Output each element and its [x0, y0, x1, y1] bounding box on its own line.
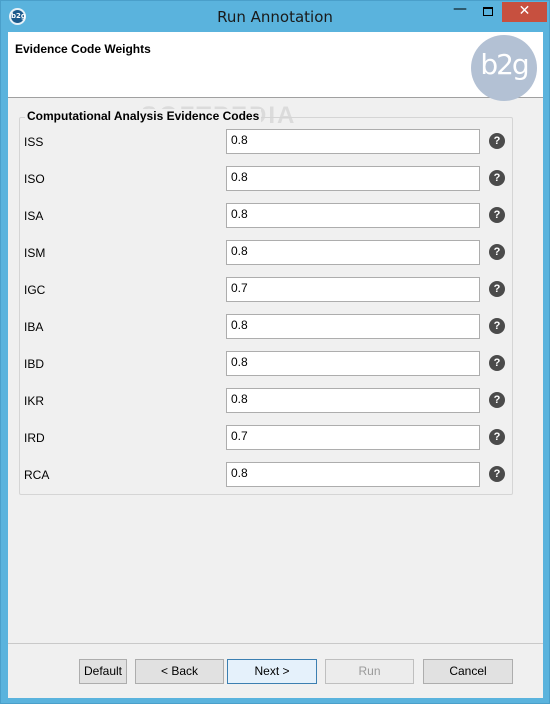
help-icon[interactable]: ? — [489, 466, 505, 482]
weight-input-ird[interactable]: 0.7 — [226, 425, 480, 450]
cancel-button[interactable]: Cancel — [423, 659, 513, 684]
help-icon[interactable]: ? — [489, 170, 505, 186]
weight-input-iss[interactable]: 0.8 — [226, 129, 480, 154]
evidence-code-label-isa: ISA — [24, 209, 44, 223]
weight-input-ism[interactable]: 0.8 — [226, 240, 480, 265]
help-icon[interactable]: ? — [489, 392, 505, 408]
weight-input-iso[interactable]: 0.8 — [226, 166, 480, 191]
help-icon[interactable]: ? — [489, 281, 505, 297]
evidence-code-label-ird: IRD — [24, 431, 45, 445]
minimize-button[interactable]: — — [446, 2, 474, 22]
weight-input-rca[interactable]: 0.8 — [226, 462, 480, 487]
run-annotation-window: b2g Run Annotation — ✕ Evidence Code Wei… — [0, 0, 550, 704]
help-icon[interactable]: ? — [489, 318, 505, 334]
help-icon[interactable]: ? — [489, 207, 505, 223]
maximize-button[interactable] — [474, 2, 501, 22]
evidence-code-label-iss: ISS — [24, 135, 44, 149]
page-title: Evidence Code Weights — [15, 42, 151, 56]
wizard-header: Evidence Code Weights b2g — [8, 32, 543, 101]
back-button[interactable]: < Back — [135, 659, 224, 684]
help-icon[interactable]: ? — [489, 244, 505, 260]
evidence-code-label-iso: ISO — [24, 172, 45, 186]
close-button[interactable]: ✕ — [502, 2, 547, 22]
help-icon[interactable]: ? — [489, 355, 505, 371]
b2g-logo: b2g — [471, 35, 537, 101]
default-button[interactable]: Default — [79, 659, 127, 684]
evidence-code-label-igc: IGC — [24, 283, 46, 297]
next-button[interactable]: Next > — [227, 659, 317, 684]
footer-divider — [8, 643, 543, 644]
weight-input-igc[interactable]: 0.7 — [226, 277, 480, 302]
evidence-code-label-ibd: IBD — [24, 357, 45, 371]
evidence-code-label-ikr: IKR — [24, 394, 45, 408]
evidence-code-label-rca: RCA — [24, 468, 50, 482]
evidence-code-label-ism: ISM — [24, 246, 46, 260]
weight-input-ikr[interactable]: 0.8 — [226, 388, 480, 413]
group-title: Computational Analysis Evidence Codes — [25, 109, 262, 123]
weight-input-iba[interactable]: 0.8 — [226, 314, 480, 339]
help-icon[interactable]: ? — [489, 429, 505, 445]
help-icon[interactable]: ? — [489, 133, 505, 149]
title-bar[interactable]: b2g Run Annotation — ✕ — [1, 1, 549, 32]
maximize-icon — [482, 7, 493, 16]
run-button[interactable]: Run — [325, 659, 414, 684]
evidence-code-label-iba: IBA — [24, 320, 44, 334]
weight-input-ibd[interactable]: 0.8 — [226, 351, 480, 376]
dialog-content: Evidence Code Weights b2g SOFTPEDIA Comp… — [8, 32, 543, 698]
weight-input-isa[interactable]: 0.8 — [226, 203, 480, 228]
